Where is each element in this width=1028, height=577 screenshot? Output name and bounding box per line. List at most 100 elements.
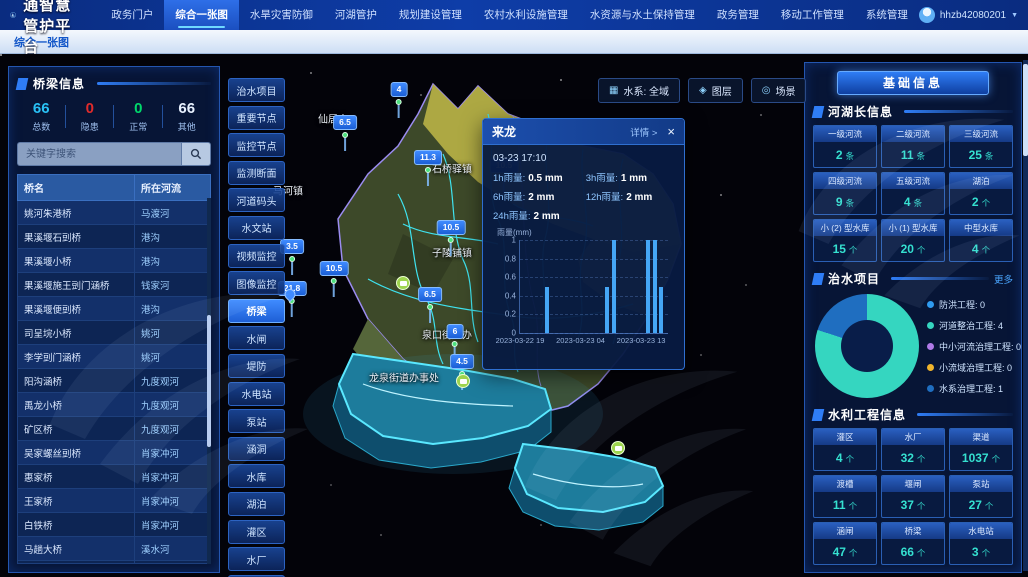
table-row[interactable]: 果溪堰便剅桥 港沟 [18,297,210,321]
table-scrollbar[interactable] [207,198,211,564]
layer-menu-item[interactable]: 水电站 [228,382,285,406]
user-name: hhzb42080201 [940,10,1006,21]
table-row[interactable]: 王家桥 肖家冲河 [18,489,210,513]
layer-menu-item[interactable]: 视频监控 [228,244,285,268]
stat-card: 渡槽 11 个 [813,475,877,518]
engineering-section-title: 水利工程信息 [828,406,906,423]
scene-icon: ◎ [762,86,771,96]
layer-menu-item[interactable]: 监测断面 [228,161,285,185]
layer-menu-item[interactable]: 涵洞 [228,437,285,461]
table-row[interactable]: 白铁桥 肖家冲河 [18,513,210,537]
table-row[interactable]: 矿区桥 九度观河 [18,417,210,441]
stat-label: 其他 [163,120,212,133]
nav-item[interactable]: 政务门户 [100,0,164,30]
water-level-marker[interactable]: 4 [391,82,408,118]
bridge-stats: 66 总数 0 隐患 0 正常 66 其他 [17,100,211,133]
camera-icon[interactable] [396,276,410,290]
layer-menu-item[interactable]: 桥梁 [228,299,285,323]
table-row[interactable]: 禹龙小桥 九度观河 [18,393,210,417]
water-level-marker[interactable]: 10.5 [320,261,349,297]
close-icon[interactable]: × [667,125,675,138]
nav-item[interactable]: 系统管理 [855,0,919,30]
nav-item[interactable]: 移动工作管理 [770,0,855,30]
water-level-marker[interactable]: 11.3 [414,150,442,186]
water-level-marker[interactable]: 10.5 [437,220,466,256]
layers-icon: ◈ [699,86,707,96]
layer-menu-item[interactable]: 灌区 [228,520,285,544]
table-row[interactable]: 阳沟涵桥 九度观河 [18,369,210,393]
layer-menu-item[interactable]: 湖泊 [228,492,285,516]
tool-label: 场景 [775,83,795,98]
rain-metric: 24h雨量:2 mm [493,208,586,222]
card-number: 2 [836,148,843,162]
map-tool-button[interactable]: ◎ 场景 [751,78,807,103]
search-button[interactable] [181,142,211,166]
nav-item[interactable]: 水资源与水土保持管理 [579,0,706,30]
nav-item[interactable]: 农村水利设施管理 [473,0,579,30]
marker-stem [344,138,346,151]
river-cards: 一级河流 2 条 二级河流 11 条 [813,125,1013,262]
table-row[interactable]: 姚河朱港桥 马渡河 [18,201,210,225]
table-row[interactable]: 李学剅门涵桥 姚河 [18,345,210,369]
layer-menu-item[interactable]: 堤防 [228,354,285,378]
layer-menu-item[interactable]: 监控节点 [228,133,285,157]
layer-menu-item[interactable]: 河道码头 [228,188,285,212]
table-row[interactable]: 果溪堰小桥 港沟 [18,249,210,273]
more-link[interactable]: 更多 [994,272,1013,286]
marker-value: 11.3 [414,150,442,165]
camera-icon[interactable] [456,374,470,388]
legend-item: 小流域治理工程: 0 [927,361,1021,374]
water-level-marker[interactable]: 6.5 [418,287,442,323]
river-name-cell: 港沟 [134,225,210,248]
page-scroll-thumb[interactable] [1023,64,1028,156]
camera-icon[interactable] [611,441,625,455]
card-number: 25 [969,148,982,162]
card-number: 1037 [962,451,989,465]
search-input[interactable] [17,142,181,166]
detail-link[interactable]: 详情 > [630,125,657,139]
user-menu[interactable]: hhzb42080201 ▼ [919,7,1018,23]
metric-value: 0.5 mm [528,173,562,184]
table-row[interactable]: 果溪堰施王剅门涵桥 钱家河 [18,273,210,297]
table-row[interactable]: 司呈垸小桥 姚河 [18,321,210,345]
table-row[interactable]: 国家电网焦金门涵桥 溪水河 [18,561,210,564]
card-number: 37 [901,498,914,512]
water-level-marker[interactable]: 6.5 [333,115,357,151]
card-label: 灌区 [814,429,876,445]
legend-item: 中小河流治理工程: 0 [927,340,1021,353]
stat-value: 0 [114,100,163,117]
layer-menu-item[interactable]: 水厂 [228,547,285,571]
table-scroll-thumb[interactable] [207,315,211,447]
nav-item[interactable]: 河湖管护 [324,0,388,30]
nav-item[interactable]: 政务管理 [706,0,770,30]
nav-item[interactable]: 综合一张图 [164,0,239,30]
tool-label: 水系: 全域 [623,83,669,98]
stat-value: 66 [163,100,212,117]
marker-stem [427,173,429,186]
layer-menu-item[interactable]: 水库 [228,464,285,488]
layer-menu-item[interactable]: 水文站 [228,216,285,240]
layer-menu: 治水项目 重要节点 监控节点 监测断面 河道码头 水文站 视频监控 图像监控 桥… [228,78,285,577]
map-tool-button[interactable]: ◈ 图层 [688,78,743,103]
table-row[interactable]: 惠家桥 肖家冲河 [18,465,210,489]
layer-menu-item[interactable]: 图像监控 [228,271,285,295]
bridge-name-cell: 姚河朱港桥 [18,201,134,224]
nav-item[interactable]: 规划建设管理 [388,0,473,30]
table-row[interactable]: 马趟大桥 溪水河 [18,537,210,561]
card-unit: 条 [985,150,994,162]
basic-info-button[interactable]: 基础信息 [837,71,989,95]
column-header-bridge: 桥名 [18,175,134,200]
map-tool-button[interactable]: ▦ 水系: 全域 [598,78,680,103]
table-row[interactable]: 吴家螺丝剅桥 肖家冲河 [18,441,210,465]
table-row[interactable]: 果溪堰石剅桥 港沟 [18,225,210,249]
stat-card: 二级河流 11 条 [881,125,945,168]
layer-menu-item[interactable]: 泵站 [228,409,285,433]
river-name-cell: 港沟 [134,297,210,320]
layer-menu-item[interactable]: 治水项目 [228,78,285,102]
river-name-cell: 九度观河 [134,369,210,392]
layer-menu-item[interactable]: 水闸 [228,326,285,350]
nav-item[interactable]: 水旱灾害防御 [239,0,324,30]
layer-menu-item[interactable]: 重要节点 [228,106,285,130]
legend-dot [927,343,934,350]
page-scrollbar[interactable] [1023,60,1028,571]
